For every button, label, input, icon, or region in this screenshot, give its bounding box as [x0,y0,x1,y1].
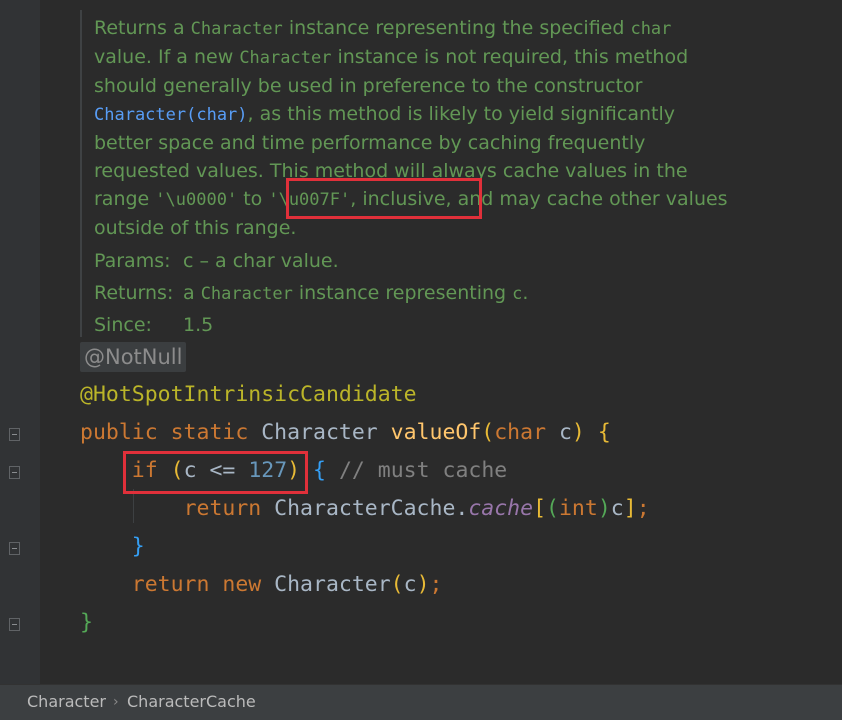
fold-end-icon[interactable] [9,542,20,555]
comment-token: // must cache [326,458,508,483]
doc-text: instance representing [292,282,513,304]
constructor-link[interactable]: Character(char) [94,105,248,125]
param-name-token: c [558,420,572,445]
keyword-token: return [131,572,223,597]
breadcrumb-separator-icon: › [113,694,119,710]
doc-code: Character [239,48,332,68]
javadoc-returns: Returns: a Character instance representin… [94,277,734,309]
code-line: } [80,528,650,566]
returns-label: Returns: [94,282,174,304]
paren-token: ) [416,572,430,597]
doc-code: Character [190,19,283,39]
notnull-inlay-hint: @NotNull [80,342,187,372]
keyword-token: public static [80,420,262,445]
breadcrumb-item-charactercache[interactable]: CharacterCache [127,685,256,719]
paren-token: ) [571,420,585,445]
doc-text: instance representing the specified [282,17,631,39]
class-token: Character [274,572,391,597]
bracket-token: ] [623,496,637,521]
semicolon-token: ; [429,572,443,597]
paren-token: ( [390,572,404,597]
fold-marker-icon[interactable] [9,466,20,479]
variable-token: c [610,496,624,521]
method-name-token: valueOf [390,420,482,445]
keyword-token: int [558,496,598,521]
range-highlight-box [286,178,482,219]
code-line: @NotNull [80,340,650,376]
semicolon-token: ; [636,496,650,521]
paren-token: ( [546,496,559,521]
javadoc-since: Since: 1.5 [94,309,734,341]
bracket-token: [ [533,496,547,521]
return-cache-line: return CharacterCache.cache[(int)c]; [80,490,650,528]
brace-token: } [131,534,145,559]
doc-code: char [630,19,672,39]
javadoc-params: Params: c – a char value. [94,245,734,277]
breadcrumb-item-character[interactable]: Character [27,685,106,719]
doc-text: a [183,282,201,304]
brace-token: } [80,610,93,635]
fold-end-icon[interactable] [9,618,20,631]
fold-marker-icon[interactable] [9,428,20,441]
variable-token: c [403,572,417,597]
class-token: CharacterCache. [274,496,469,521]
keyword-token: char [494,420,559,445]
paren-token: ) [597,496,611,521]
field-token: cache [468,496,534,521]
since-value: 1.5 [183,314,214,336]
keyword-token: return [183,496,275,521]
doc-text: to [237,188,269,210]
doc-code: c [512,284,523,304]
doc-text: . [522,282,529,304]
editor-gutter [0,0,40,684]
paren-token: ( [481,420,495,445]
code-line: } [80,604,650,642]
doc-text: Returns a [94,17,191,39]
doc-code: Character [200,284,293,304]
method-signature-line: public static Character valueOf(char c) … [80,414,650,452]
since-label: Since: [94,314,152,336]
range-start-code: '\u0000' [155,190,238,210]
breadcrumb: Character › CharacterCache [0,684,842,720]
params-label: Params: [94,250,171,272]
param-token: char c [494,420,572,445]
code-line: @HotSpotIntrinsicCandidate [80,376,650,414]
condition-highlight-box [123,451,308,494]
params-value: c – a char value. [183,250,339,272]
annotation-token: @HotSpotIntrinsicCandidate [80,382,417,407]
indent-guide [133,489,134,523]
javadoc-rule [80,10,82,337]
keyword-token: new [222,572,275,597]
type-token: Character [261,420,391,445]
brace-token: { [584,420,611,445]
doc-text: value. If a new [94,46,240,68]
return-new-line: return new Character(c); [80,566,650,604]
